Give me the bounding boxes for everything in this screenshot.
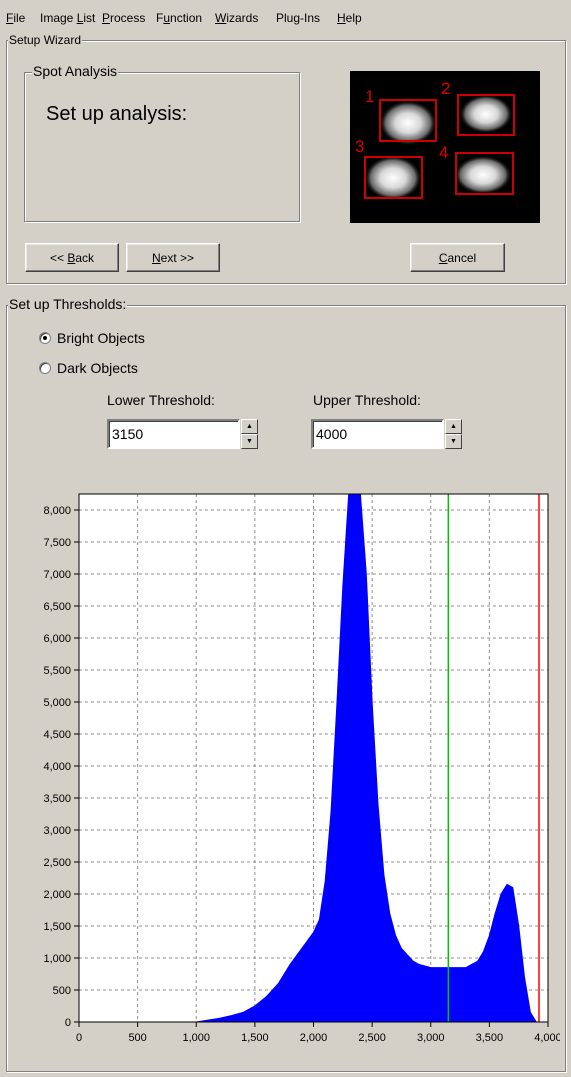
spot-analysis-group — [24, 72, 300, 222]
x-tick-label-8: 4,000 — [534, 1032, 560, 1044]
spot-2 — [460, 95, 512, 133]
x-tick-label-4: 2,000 — [300, 1032, 328, 1044]
menu-process-acc: P — [102, 11, 111, 25]
spot-3 — [365, 156, 421, 200]
upper-threshold-input[interactable] — [311, 419, 444, 449]
next-button[interactable]: Next >> — [126, 243, 220, 272]
menu-help-post: elp — [345, 11, 362, 25]
upper-threshold-spinner[interactable]: ▲ ▼ — [445, 419, 462, 449]
y-tick-label-0: 0 — [65, 1017, 71, 1029]
next-button-label: Next >> — [151, 250, 195, 265]
spot-preview-image: 1 2 3 4 — [350, 71, 540, 223]
y-tick-label-16: 8,000 — [43, 505, 71, 517]
y-tick-label-7: 3,500 — [43, 793, 71, 805]
lower-threshold-input[interactable] — [107, 419, 240, 449]
x-tick-label-1: 500 — [128, 1032, 146, 1044]
menu-file[interactable]: File — [6, 11, 25, 25]
menu-wizards-post: izards — [226, 11, 259, 25]
spot-1 — [380, 101, 436, 145]
dark-objects-label: Dark Objects — [57, 360, 138, 376]
y-tick-label-8: 4,000 — [43, 761, 71, 773]
cancel-button[interactable]: Cancel — [410, 243, 505, 272]
menu-wizards-acc: W — [215, 11, 227, 25]
upper-threshold-up-arrow-icon[interactable]: ▲ — [445, 419, 462, 434]
upper-threshold-down-arrow-icon[interactable]: ▼ — [445, 434, 462, 449]
x-tick-label-2: 1,000 — [182, 1032, 210, 1044]
spot-label-4: 4 — [439, 143, 448, 162]
y-tick-label-1: 500 — [53, 985, 71, 997]
dark-objects-radio-dot[interactable] — [39, 362, 51, 374]
spot-label-3: 3 — [355, 137, 364, 156]
menu-image-list-post: ist — [83, 11, 96, 25]
y-tick-label-10: 5,000 — [43, 697, 71, 709]
spot-analysis-title: Spot Analysis — [32, 63, 119, 79]
histogram-chart[interactable]: 0 500 1,000 1,500 2,000 2,500 3,000 3,500 4,000 0… — [0, 480, 560, 1045]
instruction-text: Set up analysis: — [46, 103, 188, 125]
bright-objects-radio-dot[interactable] — [39, 332, 51, 344]
menu-plugins-pre: Plug-Ins — [276, 11, 321, 25]
menu-wizards[interactable]: Wizards — [215, 11, 258, 25]
thresholds-title: Set up Thresholds: — [8, 296, 128, 312]
cancel-button-label: Cancel — [438, 250, 477, 265]
lower-threshold-down-arrow-icon[interactable]: ▼ — [241, 434, 258, 449]
setup-wizard-title: Setup Wizard — [8, 33, 83, 47]
menu-process[interactable]: Process — [102, 11, 145, 25]
spot-4 — [455, 156, 511, 194]
dark-objects-radio[interactable]: Dark Objects — [39, 360, 138, 376]
menu-image-list[interactable]: Image List — [40, 11, 95, 25]
bright-objects-radio[interactable]: Bright Objects — [39, 330, 145, 346]
menu-help[interactable]: Help — [337, 11, 362, 25]
y-tick-label-2: 1,000 — [43, 953, 71, 965]
x-tick-label-7: 3,500 — [476, 1032, 504, 1044]
menu-help-acc: H — [337, 11, 346, 25]
y-tick-label-3: 1,500 — [43, 921, 71, 933]
x-tick-label-6: 3,000 — [417, 1032, 445, 1044]
y-tick-label-15: 7,500 — [43, 537, 71, 549]
y-tick-label-5: 2,500 — [43, 857, 71, 869]
y-tick-label-12: 6,000 — [43, 633, 71, 645]
menu-process-post: rocess — [110, 11, 146, 25]
lower-threshold-spinner[interactable]: ▲ ▼ — [241, 419, 258, 449]
menu-function[interactable]: Function — [156, 11, 202, 25]
y-tick-label-9: 4,500 — [43, 729, 71, 741]
lower-threshold-label: Lower Threshold: — [107, 392, 215, 408]
back-button-label: << Back — [49, 250, 95, 265]
y-tick-label-4: 2,000 — [43, 889, 71, 901]
y-tick-label-11: 5,500 — [43, 665, 71, 677]
y-tick-label-14: 7,000 — [43, 569, 71, 581]
lower-threshold-up-arrow-icon[interactable]: ▲ — [241, 419, 258, 434]
x-tick-label-0: 0 — [76, 1032, 82, 1044]
spot-label-2: 2 — [441, 79, 450, 98]
menu-function-post: nction — [170, 11, 203, 25]
bright-objects-label: Bright Objects — [57, 330, 145, 346]
spot-label-1: 1 — [365, 87, 374, 106]
menu-file-post: ile — [13, 11, 26, 25]
back-button[interactable]: << Back — [25, 243, 119, 272]
y-tick-label-13: 6,500 — [43, 601, 71, 613]
x-tick-label-3: 1,500 — [241, 1032, 269, 1044]
x-tick-label-5: 2,500 — [358, 1032, 386, 1044]
menu-plugins[interactable]: Plug-Ins — [276, 11, 320, 25]
upper-threshold-label: Upper Threshold: — [313, 392, 421, 408]
menu-image-list-pre: Image — [40, 11, 77, 25]
y-tick-label-6: 3,000 — [43, 825, 71, 837]
